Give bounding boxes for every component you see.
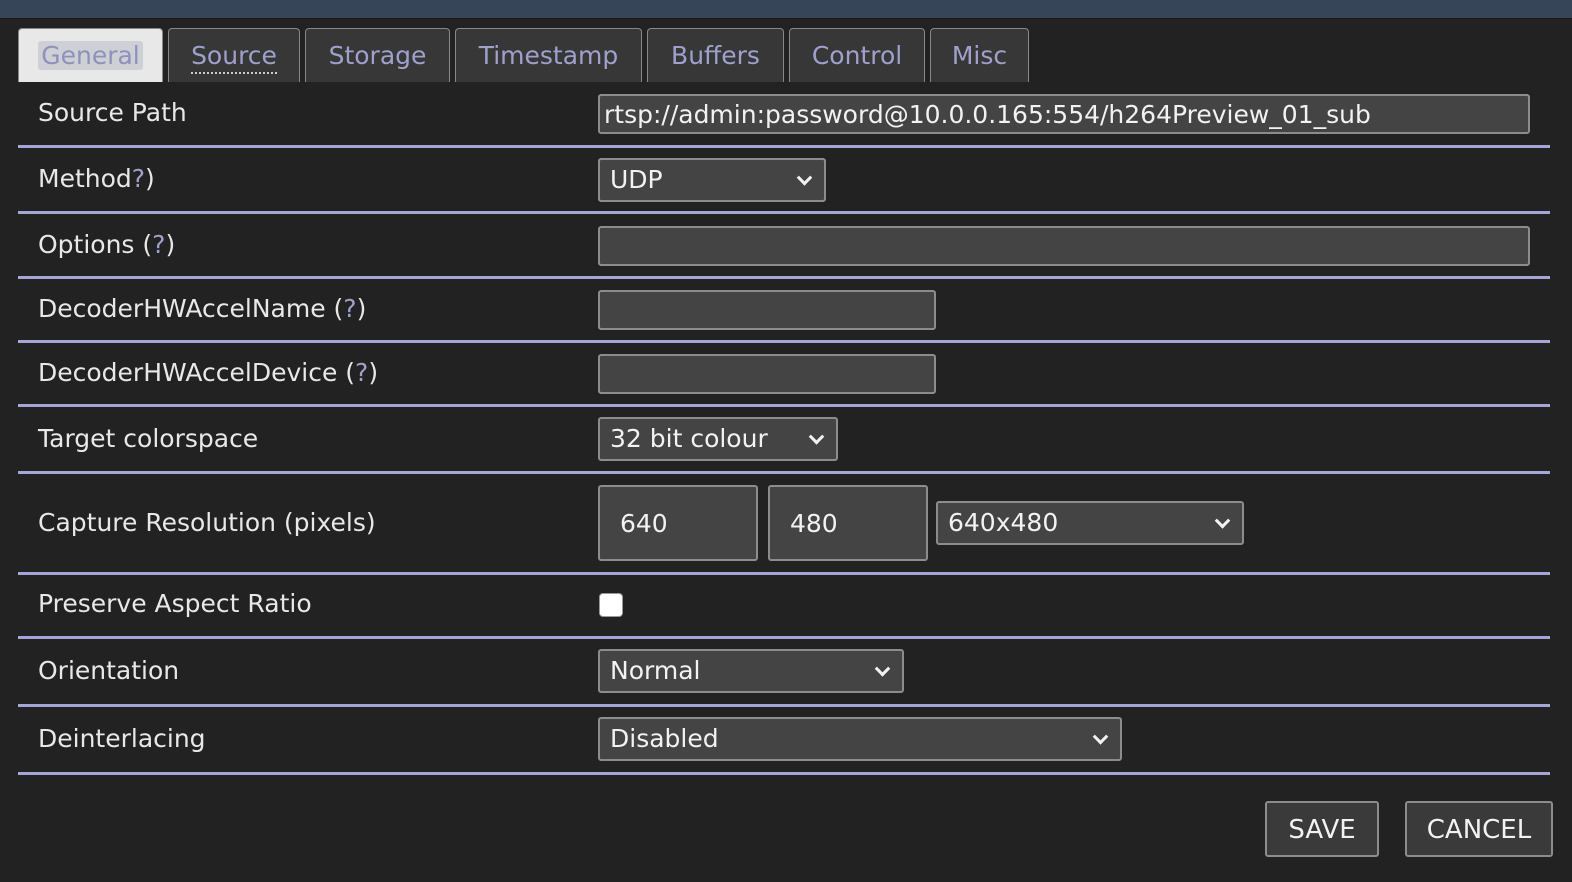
chevron-down-icon: [796, 170, 813, 186]
tab-storage[interactable]: Storage: [305, 28, 450, 82]
row-capture-resolution: Capture Resolution (pixels) 640x480: [18, 474, 1550, 575]
method-label-suffix: ): [145, 164, 155, 193]
target-colorspace-value: 32 bit colour: [610, 424, 768, 453]
options-label: Options (?): [38, 230, 175, 259]
target-colorspace-select[interactable]: 32 bit colour: [598, 417, 838, 461]
save-button[interactable]: SAVE: [1265, 801, 1379, 857]
preserve-aspect-ratio-checkbox[interactable]: [599, 593, 623, 617]
method-select-value: UDP: [610, 165, 663, 194]
chevron-down-icon: [874, 661, 891, 677]
chevron-down-icon: [1092, 729, 1109, 745]
decoder-hwaccel-name-help-link[interactable]: ?: [343, 294, 356, 323]
method-help-link[interactable]: ?: [132, 164, 145, 193]
decoder-hwaccel-name-label-suffix: ): [356, 294, 367, 323]
tab-source[interactable]: Source: [168, 28, 300, 82]
chevron-down-icon: [808, 429, 825, 445]
decoder-hwaccel-device-help-link[interactable]: ?: [355, 358, 368, 387]
row-target-colorspace: Target colorspace 32 bit colour: [18, 407, 1550, 474]
row-options: Options (?): [18, 214, 1550, 279]
tab-source-label: Source: [191, 41, 277, 74]
deinterlacing-label: Deinterlacing: [38, 724, 206, 753]
decoder-hwaccel-name-input[interactable]: [598, 290, 936, 330]
options-label-text: Options (: [38, 230, 153, 259]
orientation-value: Normal: [610, 656, 701, 685]
tab-general[interactable]: General: [18, 28, 163, 82]
decoder-hwaccel-device-label: DecoderHWAccelDevice (?): [38, 358, 378, 387]
options-input[interactable]: [598, 226, 1530, 266]
capture-resolution-label: Capture Resolution (pixels): [38, 508, 376, 537]
cancel-button[interactable]: CANCEL: [1405, 801, 1553, 857]
method-label-text: Method: [38, 164, 132, 193]
target-colorspace-label: Target colorspace: [38, 424, 259, 453]
capture-width-input[interactable]: [598, 485, 758, 561]
tab-buffers-label: Buffers: [671, 41, 760, 70]
decoder-hwaccel-device-label-suffix: ): [368, 358, 379, 387]
decoder-hwaccel-name-label-text: DecoderHWAccelName (: [38, 294, 344, 323]
method-label: Method?): [38, 164, 155, 193]
orientation-label: Orientation: [38, 656, 180, 685]
decoder-hwaccel-device-label-text: DecoderHWAccelDevice (: [38, 358, 356, 387]
row-preserve-aspect-ratio: Preserve Aspect Ratio: [18, 575, 1550, 639]
preserve-aspect-ratio-label: Preserve Aspect Ratio: [38, 589, 312, 618]
deinterlacing-select[interactable]: Disabled: [598, 717, 1122, 761]
tab-buffers[interactable]: Buffers: [647, 28, 784, 82]
row-method: Method?) UDP: [18, 148, 1550, 214]
decoder-hwaccel-name-label: DecoderHWAccelName (?): [38, 294, 366, 323]
resolution-preset-select[interactable]: 640x480: [936, 501, 1244, 545]
options-help-link[interactable]: ?: [152, 230, 165, 259]
chevron-down-icon: [1214, 513, 1231, 529]
row-orientation: Orientation Normal: [18, 639, 1550, 707]
source-path-input[interactable]: [598, 94, 1530, 134]
method-select[interactable]: UDP: [598, 158, 826, 202]
row-decoder-hwaccel-device: DecoderHWAccelDevice (?): [18, 343, 1550, 407]
options-label-suffix: ): [165, 230, 176, 259]
source-path-label: Source Path: [38, 98, 187, 127]
tab-timestamp-label: Timestamp: [478, 41, 619, 70]
window-top-bar: [0, 0, 1572, 19]
tab-control[interactable]: Control: [789, 28, 925, 82]
capture-height-input[interactable]: [768, 485, 928, 561]
deinterlacing-value: Disabled: [610, 724, 719, 753]
orientation-select[interactable]: Normal: [598, 649, 904, 693]
tab-storage-label: Storage: [328, 41, 427, 70]
decoder-hwaccel-device-input[interactable]: [598, 354, 936, 394]
resolution-preset-value: 640x480: [948, 508, 1059, 537]
tab-misc[interactable]: Misc: [930, 28, 1029, 82]
row-deinterlacing: Deinterlacing Disabled: [18, 707, 1550, 775]
tab-general-label: General: [38, 41, 143, 70]
row-decoder-hwaccel-name: DecoderHWAccelName (?): [18, 279, 1550, 343]
row-source-path: Source Path: [18, 82, 1550, 148]
tab-control-label: Control: [811, 41, 903, 70]
tab-misc-label: Misc: [951, 41, 1008, 70]
tab-timestamp[interactable]: Timestamp: [455, 28, 642, 82]
